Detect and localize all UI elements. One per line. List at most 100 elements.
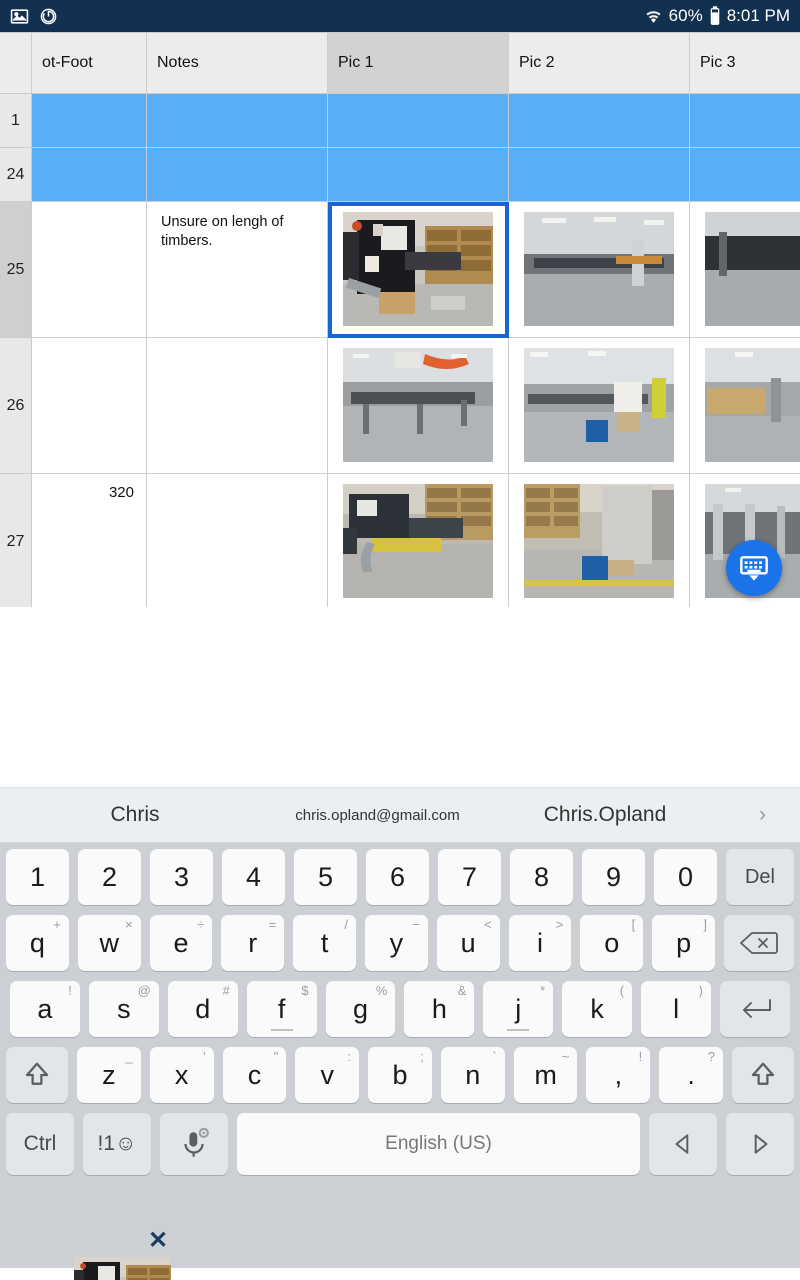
cell-pic3[interactable] [690,94,800,148]
key-arrow-right[interactable] [726,1113,794,1175]
suggestion-item[interactable]: Chris [0,803,270,827]
photo-thumbnail[interactable] [343,212,493,326]
suggestion-item[interactable]: Chris.Opland [485,803,725,827]
key-u[interactable]: < u [436,915,500,971]
table-row[interactable]: 27 320 [0,474,800,607]
key-r[interactable]: = r [221,915,285,971]
key-3[interactable]: 3 [150,849,213,905]
row-number[interactable]: 27 [0,474,32,607]
key-f[interactable]: $ f [246,981,317,1037]
cell-pic3[interactable] [690,202,800,338]
table-row[interactable]: 25 Unsure on lengh of timbers. [0,202,800,338]
key-7[interactable]: 7 [438,849,501,905]
key-y[interactable]: − y [365,915,428,971]
cell-pic2[interactable] [509,474,690,607]
key-arrow-left[interactable] [649,1113,717,1175]
key-w[interactable]: × w [77,915,141,971]
key-4[interactable]: 4 [222,849,285,905]
column-header-pic3[interactable]: Pic 3 [690,32,800,94]
key-o[interactable]: [ o [580,915,644,971]
cell-foot[interactable] [32,202,147,338]
cell-pic1[interactable] [328,202,509,338]
photo-thumbnail[interactable] [705,212,800,326]
row-number[interactable]: 24 [0,148,32,202]
key-8[interactable]: 8 [510,849,573,905]
cell-foot[interactable]: 320 [32,474,147,607]
key-d[interactable]: # d [167,981,238,1037]
key-a[interactable]: ! a [10,981,80,1037]
close-icon[interactable]: ✕ [148,1229,168,1253]
cell-foot[interactable] [32,148,147,202]
cell-pic3[interactable] [690,148,800,202]
key-j[interactable]: * j [483,981,554,1037]
cell-notes[interactable] [147,148,328,202]
photo-thumbnail[interactable] [524,348,674,462]
column-header-pic1[interactable]: Pic 1 [328,32,509,94]
photo-thumbnail[interactable] [524,212,674,326]
cell-pic1[interactable] [328,148,509,202]
key-n[interactable]: ` n [440,1047,505,1103]
key-h[interactable]: & h [404,981,475,1037]
key-shift-right[interactable] [732,1047,795,1103]
spreadsheet[interactable]: ot-Foot Notes Pic 1 Pic 2 Pic 3 1 24 25 [0,32,800,607]
key-t[interactable]: / t [293,915,356,971]
cell-pic2[interactable] [509,148,690,202]
key-shift-left[interactable] [5,1047,68,1103]
cell-notes[interactable] [147,474,328,607]
keyboard-fab-button[interactable] [726,540,782,596]
key-v[interactable]: : v [295,1047,360,1103]
key-m[interactable]: ~ m [513,1047,578,1103]
row-number[interactable]: 26 [0,338,32,474]
key-x[interactable]: ' x [149,1047,214,1103]
column-header-pic2[interactable]: Pic 2 [509,32,690,94]
cell-pic1[interactable] [328,94,509,148]
key-2[interactable]: 2 [78,849,141,905]
key-s[interactable]: @ s [88,981,159,1037]
suggestion-item[interactable]: chris.opland@gmail.com [270,807,485,824]
cell-foot[interactable] [32,338,147,474]
key-5[interactable]: 5 [294,849,357,905]
key-1[interactable]: 1 [6,849,69,905]
cell-pic2[interactable] [509,94,690,148]
key-g[interactable]: % g [325,981,396,1037]
photo-thumbnail[interactable] [343,484,493,598]
table-row[interactable]: 1 [0,94,800,148]
key-9[interactable]: 9 [582,849,645,905]
suggestion-expand-chevron-icon[interactable]: › [725,803,800,827]
key-enter[interactable] [720,981,791,1037]
key-period[interactable]: ? . [659,1047,724,1103]
key-b[interactable]: ; b [368,1047,432,1103]
cell-notes[interactable]: Unsure on lengh of timbers. [147,202,328,338]
cell-notes[interactable] [147,94,328,148]
table-row[interactable]: 24 [0,148,800,202]
key-delete[interactable]: Del [726,849,794,905]
key-p[interactable]: ] p [652,915,715,971]
row-number[interactable]: 1 [0,94,32,148]
key-q[interactable]: + q [6,915,69,971]
cell-notes[interactable] [147,338,328,474]
cell-pic3[interactable] [690,338,800,474]
photo-thumbnail[interactable] [343,348,493,462]
key-e[interactable]: ÷ e [149,915,213,971]
cell-pic2[interactable] [509,202,690,338]
key-symbols[interactable]: !1☺ [83,1113,151,1175]
cell-pic2[interactable] [509,338,690,474]
key-microphone[interactable] [160,1113,228,1175]
column-header-foot[interactable]: ot-Foot [32,32,147,94]
key-space[interactable]: English (US) [237,1113,640,1175]
photo-thumbnail[interactable] [705,348,800,462]
cell-pic1[interactable] [328,338,509,474]
key-backspace[interactable] [723,915,794,971]
key-comma[interactable]: ! , [586,1047,651,1103]
column-header-notes[interactable]: Notes [147,32,328,94]
key-c[interactable]: " c [222,1047,287,1103]
key-ctrl[interactable]: Ctrl [6,1113,74,1175]
key-z[interactable]: _ z [76,1047,141,1103]
attachment-thumbnail[interactable] [74,1257,171,1280]
row-number[interactable]: 25 [0,202,32,338]
key-l[interactable]: ) l [641,981,712,1037]
cell-pic1[interactable] [328,474,509,607]
photo-thumbnail[interactable] [524,484,674,598]
table-row[interactable]: 26 [0,338,800,474]
cell-foot[interactable] [32,94,147,148]
